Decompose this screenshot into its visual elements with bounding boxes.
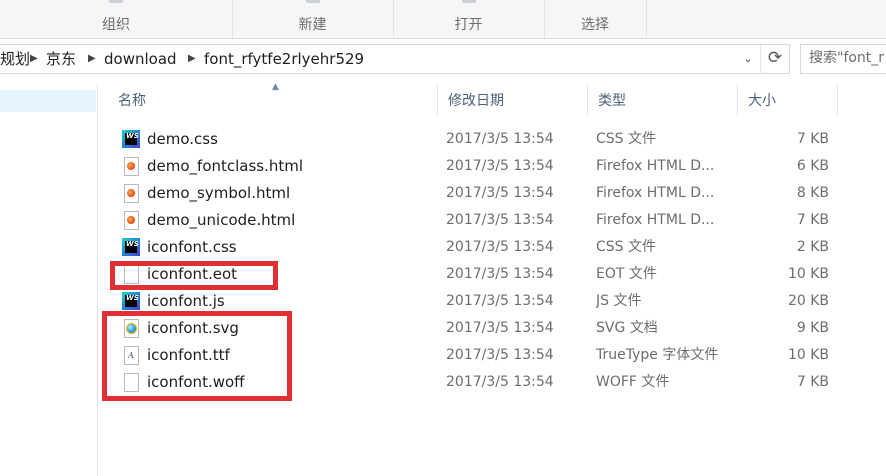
file-type: CSS 文件 [596, 131, 656, 147]
breadcrumb-item-planning[interactable]: 规划 [0, 45, 30, 73]
file-size: 7 KB [796, 212, 829, 228]
file-name: demo_unicode.html [147, 211, 296, 229]
column-header-date-label: 修改日期 [448, 93, 504, 109]
ribbon: 组织 新建 打开 选择 [0, 0, 886, 39]
file-row[interactable]: demo_unicode.html 2017/3/5 13:54 Firefox… [108, 207, 838, 234]
ribbon-group-select-label: 选择 [581, 17, 609, 33]
file-size: 9 KB [796, 320, 829, 336]
ribbon-group-new[interactable]: 新建 [232, 0, 394, 38]
file-size: 6 KB [796, 158, 829, 174]
webstorm-icon [122, 130, 141, 149]
breadcrumb-item-jd[interactable]: 京东 [46, 45, 76, 73]
file-type: Firefox HTML D... [596, 212, 715, 228]
file-type: EOT 文件 [596, 266, 657, 282]
file-size: 10 KB [787, 347, 829, 363]
file-date: 2017/3/5 13:54 [446, 320, 554, 336]
navigation-pane[interactable] [0, 84, 98, 476]
ribbon-group-top-marker [305, 0, 320, 3]
file-size: 20 KB [787, 293, 829, 309]
file-date: 2017/3/5 13:54 [446, 158, 554, 174]
ribbon-group-open-label: 打开 [454, 17, 483, 33]
ribbon-group-organize[interactable]: 组织 [0, 0, 233, 38]
file-date: 2017/3/5 13:54 [446, 185, 554, 201]
file-name: demo.css [147, 130, 218, 148]
ribbon-group-organize-label: 组织 [102, 17, 130, 33]
file-date: 2017/3/5 13:54 [446, 374, 554, 390]
file-date: 2017/3/5 13:54 [446, 266, 554, 282]
file-row[interactable]: demo_symbol.html 2017/3/5 13:54 Firefox … [108, 180, 838, 207]
breadcrumb-separator-icon[interactable]: ▶ [188, 45, 196, 73]
file-row[interactable]: demo_fontclass.html 2017/3/5 13:54 Firef… [108, 153, 838, 180]
file-date: 2017/3/5 13:54 [446, 293, 554, 309]
file-type: CSS 文件 [596, 239, 656, 255]
firefox-html-icon [122, 211, 141, 230]
column-header-date[interactable]: 修改日期 [438, 84, 588, 116]
breadcrumb-item-download[interactable]: download [104, 45, 177, 73]
file-type: Firefox HTML D... [596, 158, 715, 174]
search-input[interactable] [801, 45, 886, 71]
file-type: Firefox HTML D... [596, 185, 715, 201]
address-history-chevron-down-icon[interactable]: ⌄ [738, 45, 758, 73]
file-size: 7 KB [796, 374, 829, 390]
breadcrumb-separator-icon[interactable]: ▶ [30, 45, 38, 73]
file-size: 7 KB [796, 131, 829, 147]
column-header-type[interactable]: 类型 [588, 84, 738, 116]
file-type: JS 文件 [596, 293, 642, 309]
file-row[interactable]: iconfont.css 2017/3/5 13:54 CSS 文件 2 KB [108, 234, 838, 261]
ribbon-group-select[interactable]: 选择 [544, 0, 647, 38]
address-bar[interactable]: 规划 ▶ 京东 ▶ download ▶ font_rfytfe2rlyehr5… [0, 44, 790, 74]
ribbon-group-new-label: 新建 [298, 17, 327, 33]
file-date: 2017/3/5 13:54 [446, 347, 554, 363]
firefox-html-icon [122, 157, 141, 176]
search-box[interactable] [800, 44, 886, 74]
column-header-name[interactable]: 名称 [108, 84, 438, 116]
file-size: 8 KB [796, 185, 829, 201]
file-name: demo_fontclass.html [147, 157, 304, 175]
column-header-type-label: 类型 [598, 93, 626, 109]
column-header-name-label: 名称 [118, 93, 146, 109]
file-row[interactable]: demo.css 2017/3/5 13:54 CSS 文件 7 KB [108, 126, 838, 153]
ribbon-group-top-marker [461, 0, 476, 3]
file-date: 2017/3/5 13:54 [446, 239, 554, 255]
breadcrumb-item-current-folder[interactable]: font_rfytfe2rlyehr529 [204, 45, 364, 73]
navigation-selected-item[interactable] [0, 90, 96, 112]
column-header-size-label: 大小 [748, 93, 776, 109]
firefox-html-icon [122, 184, 141, 203]
file-size: 2 KB [796, 239, 829, 255]
file-size: 10 KB [787, 266, 829, 282]
ribbon-group-top-marker [109, 0, 123, 3]
highlight-box-eot [110, 261, 278, 290]
file-name: iconfont.css [147, 238, 237, 256]
file-date: 2017/3/5 13:54 [446, 131, 554, 147]
file-type: TrueType 字体文件 [596, 347, 719, 363]
webstorm-icon [122, 238, 141, 257]
column-header-size[interactable]: 大小 [738, 84, 838, 116]
file-date: 2017/3/5 13:54 [446, 212, 554, 228]
refresh-icon[interactable]: ⟳ [760, 45, 789, 73]
file-name: demo_symbol.html [147, 184, 291, 202]
webstorm-icon [122, 292, 141, 311]
breadcrumb-separator-icon[interactable]: ▶ [88, 45, 96, 73]
file-type: SVG 文档 [596, 320, 658, 336]
file-type: WOFF 文件 [596, 374, 670, 390]
highlight-box-svg-ttf-woff [102, 311, 292, 401]
column-headers: ▲ 名称 修改日期 类型 大小 [108, 82, 838, 116]
ribbon-group-open[interactable]: 打开 [393, 0, 545, 38]
